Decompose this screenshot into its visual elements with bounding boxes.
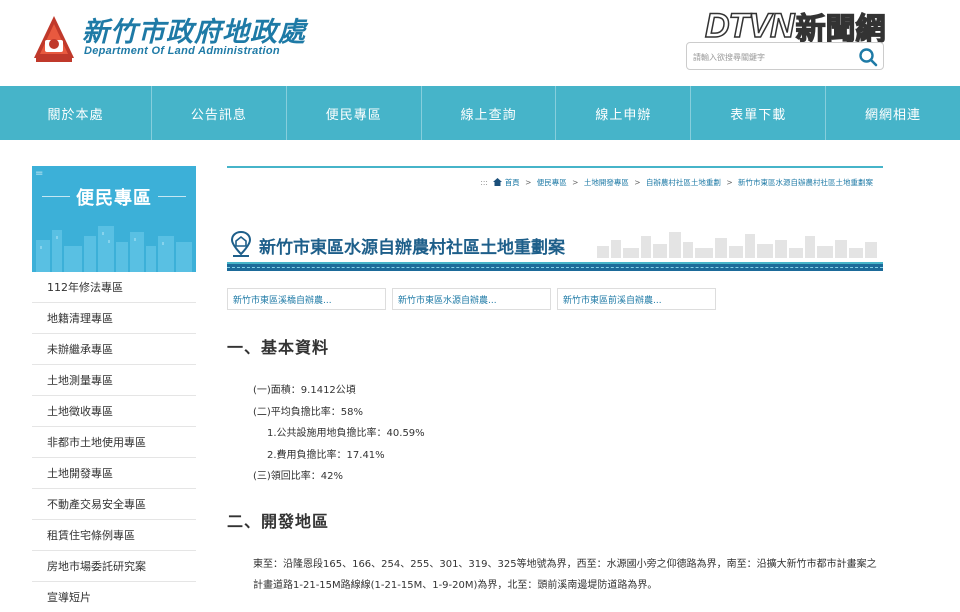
- breadcrumb: ::: 首頁 > 便民專區 > 土地開發專區 > 自辦農村社區土地重劃 > 新竹…: [480, 177, 873, 188]
- site-subtitle: Department Of Land Administration: [84, 45, 280, 57]
- title-underline-bar: [227, 262, 883, 271]
- sidebar-item-promo-videos[interactable]: 宣導短片: [32, 582, 196, 612]
- breadcrumb-separator: >: [525, 178, 532, 187]
- breadcrumb-home[interactable]: 首頁: [505, 178, 520, 187]
- info-return-ratio: (三)領回比率：42%: [253, 471, 344, 482]
- sidebar-item-land-development[interactable]: 土地開發專區: [32, 458, 196, 489]
- sidebar-item-land-expropriation[interactable]: 土地徵收專區: [32, 396, 196, 427]
- search-icon[interactable]: [857, 46, 879, 68]
- search-input[interactable]: [693, 48, 853, 66]
- content-top-line: [227, 166, 883, 168]
- sidebar-item-land-survey[interactable]: 土地測量專區: [32, 365, 196, 396]
- city-skyline-icon: [36, 226, 192, 272]
- nav-form-download[interactable]: 表單下載: [691, 86, 827, 140]
- nav-public-service[interactable]: 便民專區: [287, 86, 422, 140]
- breadcrumb-land-development[interactable]: 土地開發專區: [584, 178, 629, 187]
- nav-links[interactable]: 網網相連: [826, 86, 960, 140]
- skyline-decoration-icon: [597, 232, 877, 258]
- breadcrumb-rural-readjustment[interactable]: 自辦農村社區土地重劃: [646, 178, 721, 187]
- sidebar-item-market-research[interactable]: 房地市場委託研究案: [32, 551, 196, 582]
- nav-announcements[interactable]: 公告訊息: [152, 86, 287, 140]
- sidebar-item-rental-housing[interactable]: 租賃住宅條例專區: [32, 520, 196, 551]
- nav-online-query[interactable]: 線上查詢: [422, 86, 557, 140]
- development-area-description: 東至：沿隆恩段165、166、254、255、301、319、325等地號為界，…: [253, 559, 877, 591]
- sidebar-item-unclaimed-inheritance[interactable]: 未辦繼承專區: [32, 334, 196, 365]
- info-avg-burden: (二)平均負擔比率：58%: [253, 406, 364, 418]
- tab-shuiyuan[interactable]: 新竹市東區水源自辦農...: [392, 288, 551, 310]
- tab-xiqiao[interactable]: 新竹市東區溪橋自辦農...: [227, 288, 386, 310]
- sidebar-item-112-law[interactable]: 112年修法專區: [32, 272, 196, 303]
- page-title-row: 新竹市東區水源自辦農村社區土地重劃案: [227, 228, 883, 272]
- site-title[interactable]: 新竹市政府地政處: [82, 10, 306, 49]
- tab-qianxi[interactable]: 新竹市東區前溪自辦農...: [557, 288, 716, 310]
- news-logo: DTVN 新聞網: [704, 6, 886, 48]
- sidebar-item-cadastral-cleanup[interactable]: 地籍清理專區: [32, 303, 196, 334]
- page-title: 新竹市東區水源自辦農村社區土地重劃案: [259, 238, 565, 258]
- breadcrumb-separator: >: [634, 178, 641, 187]
- sidebar-banner: = 便民專區: [32, 166, 196, 272]
- sidebar-item-non-urban-land[interactable]: 非都市土地使用專區: [32, 427, 196, 458]
- breadcrumb-separator: >: [572, 178, 579, 187]
- main-nav: 關於本處 公告訊息 便民專區 線上查詢 線上申辦 表單下載 網網相連: [0, 86, 960, 140]
- info-area: (一)面積：9.1412公頃: [253, 385, 356, 396]
- breadcrumb-prefix: :::: [480, 178, 488, 187]
- breadcrumb-current[interactable]: 新竹市東區水源自辦農村社區土地重劃案: [738, 178, 873, 187]
- sidebar-item-real-estate-safety[interactable]: 不動產交易安全專區: [32, 489, 196, 520]
- breadcrumb-public-service[interactable]: 便民專區: [537, 178, 567, 187]
- search-box: [686, 42, 884, 70]
- header: 新竹市政府地政處 Department Of Land Administrati…: [0, 0, 960, 86]
- nav-about[interactable]: 關於本處: [0, 86, 152, 140]
- related-case-tabs: 新竹市東區溪橋自辦農... 新竹市東區水源自辦農... 新竹市東區前溪自辦農..…: [227, 288, 716, 310]
- land-administration-logo-icon[interactable]: [32, 14, 76, 64]
- breadcrumb-separator: >: [726, 178, 733, 187]
- info-public-facility-burden: 1.公共設施用地負擔比率：40.59%: [267, 428, 425, 439]
- sidebar-menu: 112年修法專區 地籍清理專區 未辦繼承專區 土地測量專區 土地徵收專區 非都市…: [32, 272, 196, 612]
- nav-online-apply[interactable]: 線上申辦: [556, 86, 692, 140]
- info-cost-burden: 2.費用負擔比率：17.41%: [267, 449, 385, 461]
- news-logo-letters: DTVN: [704, 6, 795, 46]
- section-development-area-title: 二、開發地區: [227, 512, 330, 531]
- basic-info-list: (一)面積：9.1412公頃 (二)平均負擔比率：58% 1.公共設施用地負擔比…: [253, 380, 425, 488]
- home-icon: [493, 178, 503, 186]
- location-pin-icon: [230, 230, 252, 257]
- section-basic-info-title: 一、基本資料: [227, 338, 330, 357]
